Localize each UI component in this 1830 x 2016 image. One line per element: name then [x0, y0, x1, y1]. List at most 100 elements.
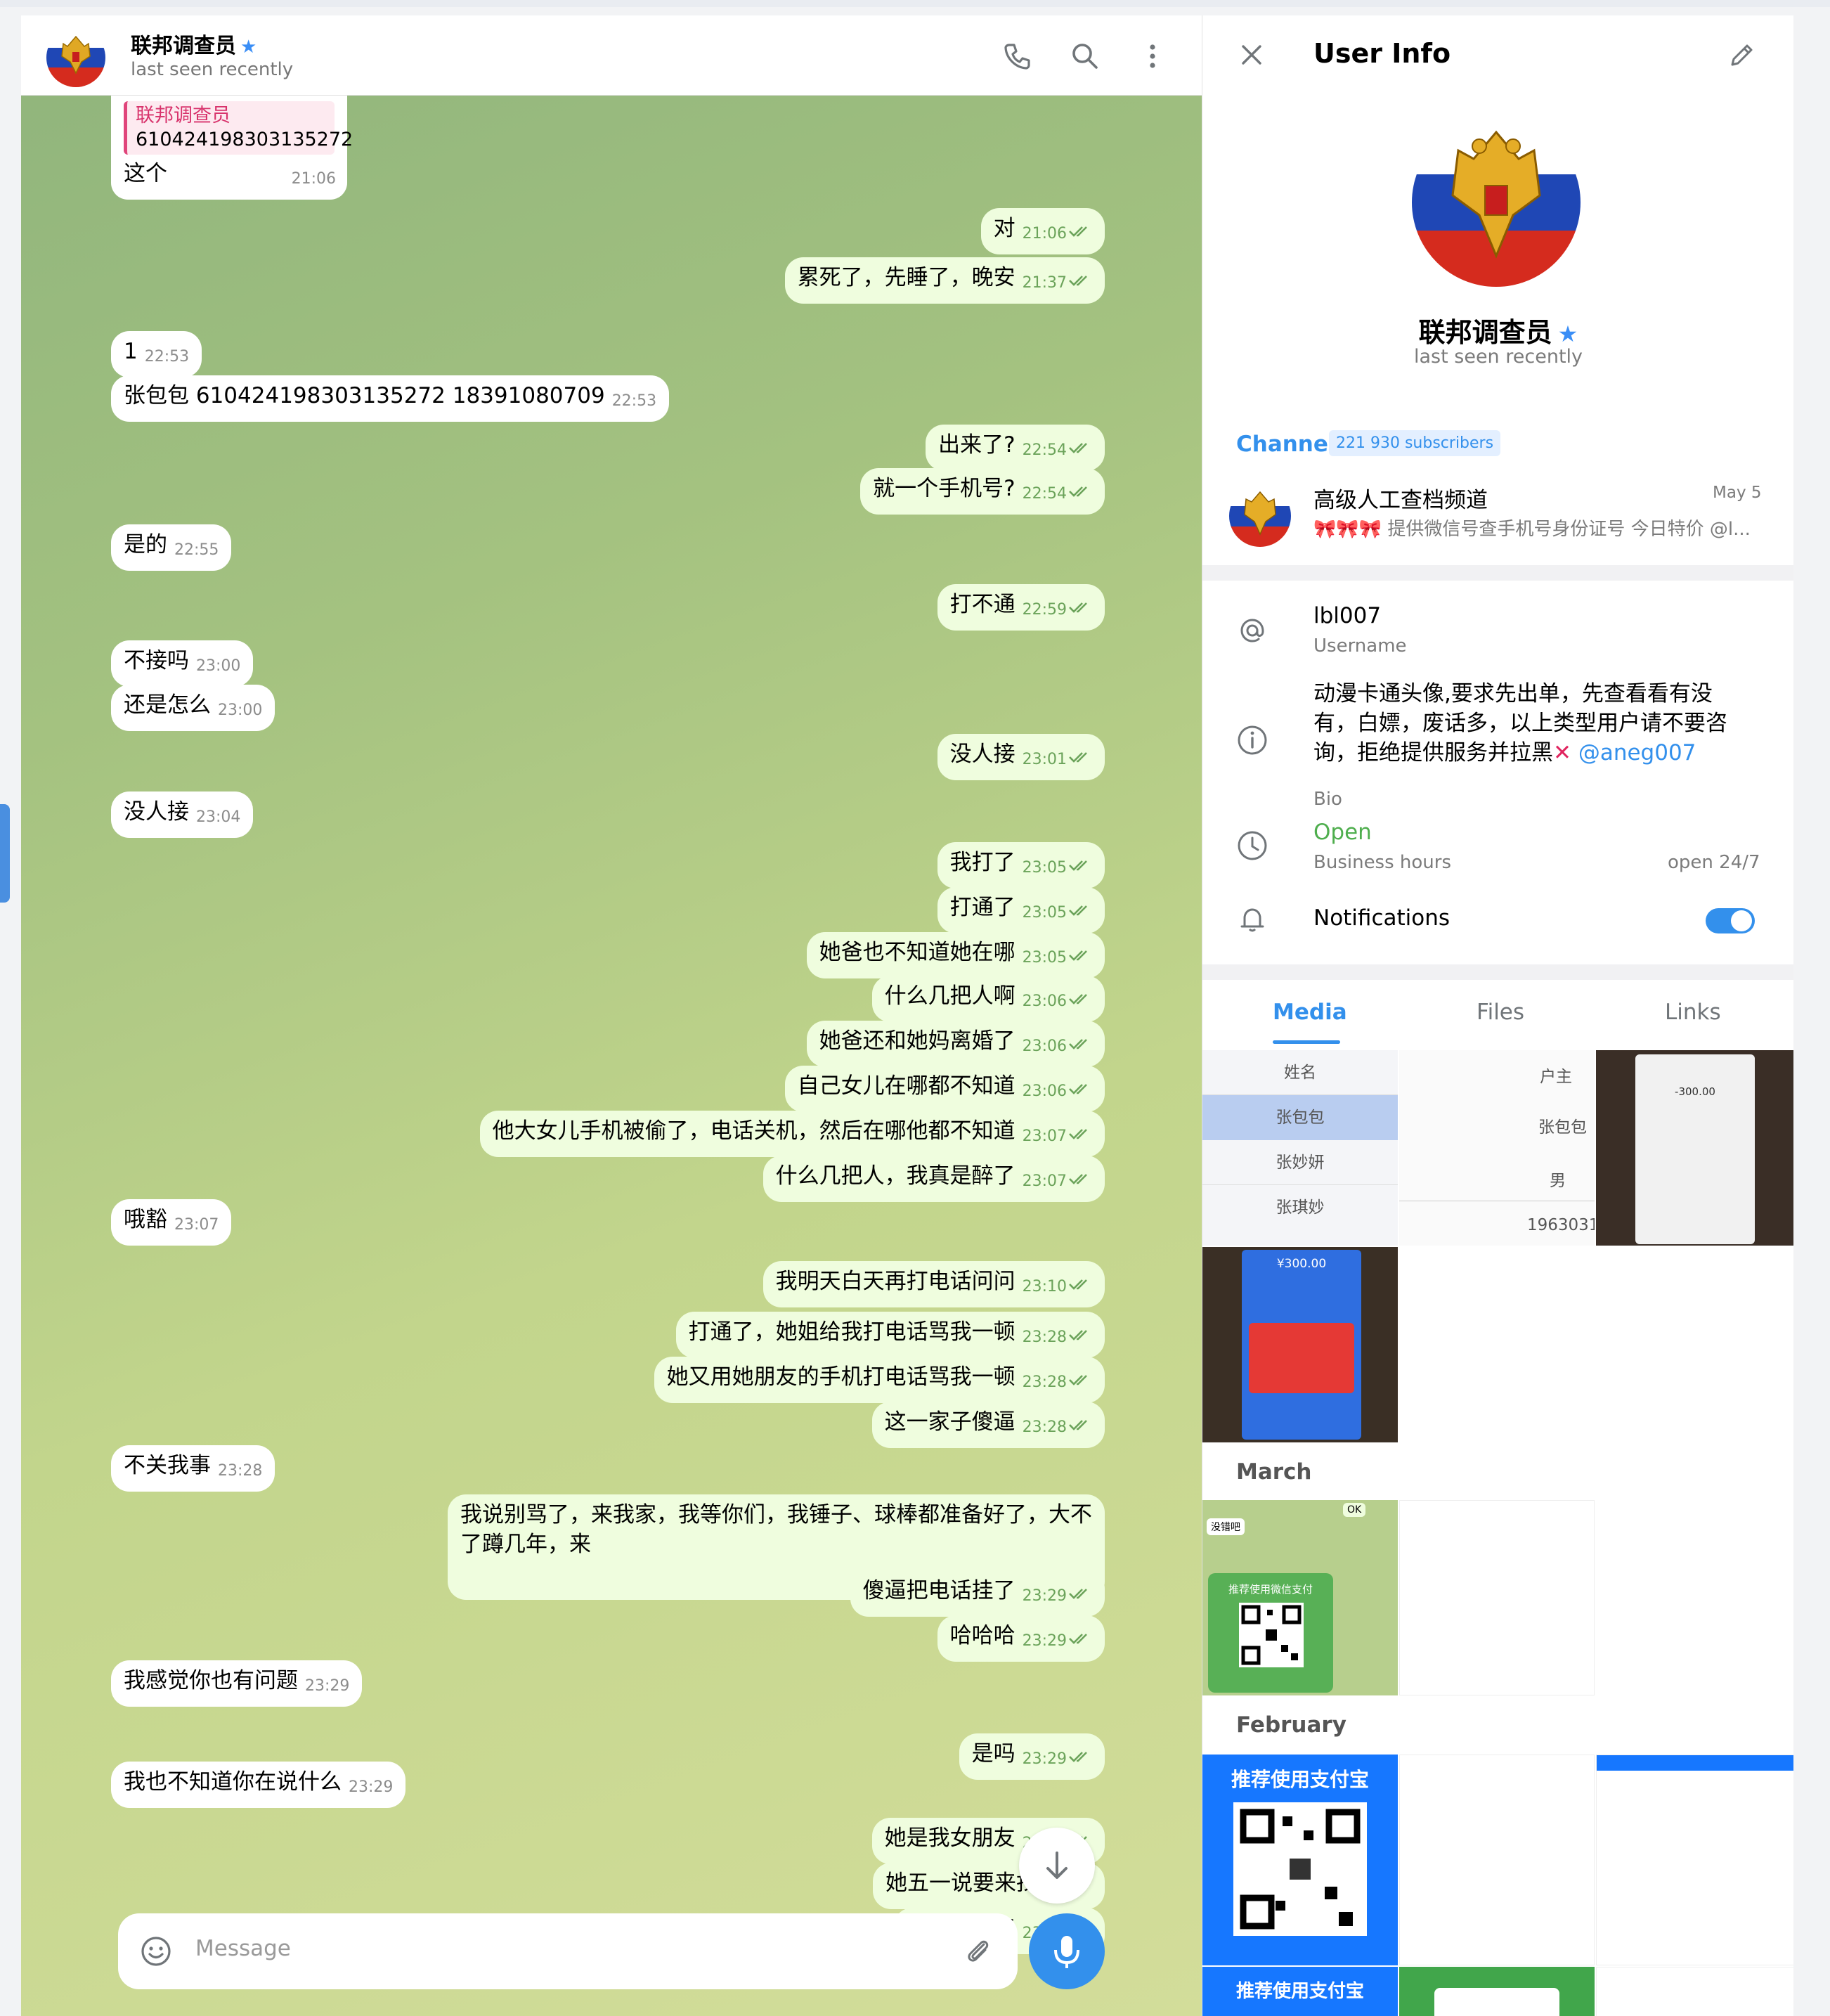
media-thumbnail[interactable]: -300.00	[1596, 1050, 1793, 1246]
search-icon[interactable]	[1068, 39, 1102, 73]
month-header: February	[1236, 1712, 1346, 1738]
message-bubble[interactable]: 什么几把人，我真是醉了 23:07	[762, 1156, 1105, 1202]
message-composer[interactable]: Message	[118, 1913, 1018, 1989]
bio-line: 询，拒绝提供服务并拉黑✕ @aneg007	[1313, 738, 1763, 768]
message-bubble[interactable]: 是的 22:55	[111, 524, 232, 571]
attach-paperclip-icon[interactable]	[961, 1934, 995, 1968]
contact-name[interactable]: 联邦调查员 ★	[131, 28, 257, 59]
message-bubble[interactable]: 不接吗 23:00	[111, 640, 254, 687]
message-bubble[interactable]: 哦豁 23:07	[111, 1199, 232, 1246]
message-bubble[interactable]: 我感觉你也有问题 23:29	[111, 1660, 363, 1707]
reply-quote[interactable]: 联邦调查员 610424198303135272	[124, 101, 353, 155]
at-sign-icon	[1240, 619, 1264, 642]
message-bubble[interactable]: 他大女儿手机被偷了，电话关机，然后在哪他都不知道 23:07	[479, 1111, 1105, 1157]
message-time: 23:07	[1022, 1127, 1067, 1145]
message-bubble[interactable]: 我打了 23:05	[937, 842, 1105, 889]
tile-text: ¥300.00	[1276, 1257, 1327, 1271]
red-packet-card	[1249, 1323, 1354, 1393]
contact-name-text: 联邦调查员	[131, 34, 236, 58]
chat-window: 联邦调查员 ★ last seen recently 联邦调查员 61042419…	[21, 15, 1202, 2016]
clock-icon	[1238, 831, 1267, 860]
message-bubble[interactable]: 张包包 610424198303135272 18391080709 22:53	[111, 375, 670, 422]
tab-links[interactable]: Links	[1665, 1000, 1721, 1025]
message-bubble[interactable]: 打通了 23:05	[937, 887, 1105, 933]
media-thumbnail[interactable]: 推荐使用支付宝	[1202, 1967, 1398, 2016]
tab-files[interactable]: Files	[1477, 1000, 1524, 1025]
media-thumbnail[interactable]	[1399, 1500, 1595, 1695]
channel-label: Channel	[1236, 432, 1336, 457]
close-icon[interactable]	[1238, 41, 1266, 69]
message-bubble[interactable]: 她爸还和她妈离婚了 23:06	[806, 1021, 1105, 1067]
message-bubble[interactable]: 我也不知道你在说什么 23:29	[111, 1762, 406, 1808]
edit-pencil-icon[interactable]	[1727, 39, 1758, 70]
media-thumbnail[interactable]: 推荐使用支付宝	[1202, 1755, 1398, 1965]
message-bubble[interactable]: 累死了，先睡了，晚安 21:37	[784, 257, 1105, 304]
tile-text: 男	[1550, 1172, 1566, 1190]
media-thumbnail[interactable]	[1596, 1755, 1793, 1965]
bio-text[interactable]: 动漫卡通头像,要求先出单，先查看看有没 有，白嫖，废话多，以上类型用户请不要咨 …	[1313, 679, 1763, 768]
message-text: 我明天白天再打电话问问	[775, 1269, 1015, 1294]
media-thumbnail[interactable]: 户主 张包包 男 1963031	[1399, 1050, 1595, 1246]
message-bubble[interactable]: 打不通 22:59	[937, 584, 1105, 631]
message-time: 23:29	[1022, 1632, 1067, 1650]
message-bubble[interactable]: 自己女儿在哪都不知道 23:06	[784, 1066, 1105, 1112]
read-checkmarks-icon	[1069, 994, 1087, 1004]
message-bubble[interactable]: 是吗 23:29	[959, 1733, 1105, 1780]
message-bubble[interactable]: 出来了? 22:54	[926, 425, 1105, 471]
premium-star-icon: ★	[1557, 321, 1578, 347]
more-vertical-icon[interactable]	[1136, 39, 1169, 73]
message-bubble[interactable]: 联邦调查员 610424198303135272 这个 21:06	[111, 96, 353, 200]
message-text: 打不通	[949, 592, 1015, 617]
message-list[interactable]: 联邦调查员 610424198303135272 这个 21:06 对 21:06…	[21, 96, 1202, 2016]
scroll-down-button[interactable]	[1019, 1828, 1095, 1904]
message-bubble[interactable]: 还是怎么 23:00	[111, 685, 275, 731]
message-bubble[interactable]: 对 21:06	[980, 208, 1105, 254]
message-bubble[interactable]: 什么几把人啊 23:06	[871, 976, 1105, 1022]
message-bubble[interactable]: 不关我事 23:28	[111, 1445, 275, 1492]
message-bubble[interactable]: 1 22:53	[111, 331, 202, 377]
message-bubble[interactable]: 没人接 23:01	[937, 734, 1105, 780]
hours-label: Business hours	[1313, 852, 1452, 873]
tile-text: OK	[1343, 1503, 1366, 1517]
profile-avatar[interactable]	[1412, 118, 1581, 287]
media-thumbnail[interactable]: 姓名 张包包 张妙妍 张琪妙	[1202, 1050, 1398, 1246]
message-bubble[interactable]: 就一个手机号? 22:54	[860, 468, 1105, 515]
contact-avatar[interactable]	[46, 28, 105, 87]
message-time: 22:55	[174, 541, 219, 559]
username-value[interactable]: lbl007	[1313, 603, 1381, 628]
tile-text: 张妙妍	[1202, 1140, 1398, 1185]
media-thumbnail[interactable]: 没错吧 OK 推荐使用微信支付	[1202, 1500, 1398, 1695]
media-thumbnail[interactable]	[1399, 1967, 1595, 2016]
notifications-toggle[interactable]	[1706, 908, 1755, 933]
side-handle[interactable]	[0, 804, 10, 903]
message-bubble[interactable]: 没人接 23:04	[111, 791, 254, 838]
media-thumbnail[interactable]	[1399, 1755, 1595, 1965]
message-time: 23:06	[1022, 993, 1067, 1010]
tile-header-bar	[1597, 1755, 1793, 1771]
message-bubble[interactable]: 打通了，她姐给我打电话骂我一顿 23:28	[675, 1312, 1105, 1358]
subscribers-badge: 221 930 subscribers	[1329, 430, 1501, 456]
message-bubble[interactable]: 傻逼把电话挂了 23:29	[850, 1570, 1105, 1617]
message-input[interactable]: Message	[195, 1936, 291, 1961]
chat-header: 联邦调查员 ★ last seen recently	[21, 15, 1202, 96]
message-time: 22:53	[144, 348, 190, 366]
media-thumbnail[interactable]: ¥300.00	[1202, 1247, 1398, 1442]
message-bubble[interactable]: 哈哈哈 23:29	[937, 1615, 1105, 1662]
message-bubble[interactable]: 她又用她朋友的手机打电话骂我一顿 23:28	[654, 1357, 1105, 1403]
media-thumbnail[interactable]	[1596, 1967, 1793, 2016]
voice-record-button[interactable]	[1029, 1913, 1105, 1989]
phone-icon[interactable]	[1001, 39, 1034, 73]
tab-media[interactable]: Media	[1273, 1000, 1347, 1025]
tile-text: 户主	[1540, 1068, 1572, 1086]
message-time: 22:53	[611, 392, 657, 410]
message-text: 哦豁	[124, 1207, 167, 1232]
message-bubble[interactable]: 这一家子傻逼 23:28	[871, 1402, 1105, 1448]
message-bubble[interactable]: 我明天白天再打电话问问 23:10	[762, 1261, 1105, 1307]
russia-emblem-avatar-icon	[46, 28, 105, 87]
read-checkmarks-icon	[1069, 1330, 1087, 1340]
emoji-icon[interactable]	[139, 1934, 173, 1968]
tile-text: 张包包	[1202, 1095, 1398, 1140]
bio-mention-link[interactable]: @aneg007	[1578, 740, 1696, 765]
read-checkmarks-icon	[1069, 1420, 1087, 1430]
message-bubble[interactable]: 她爸也不知道她在哪 23:05	[806, 932, 1105, 978]
